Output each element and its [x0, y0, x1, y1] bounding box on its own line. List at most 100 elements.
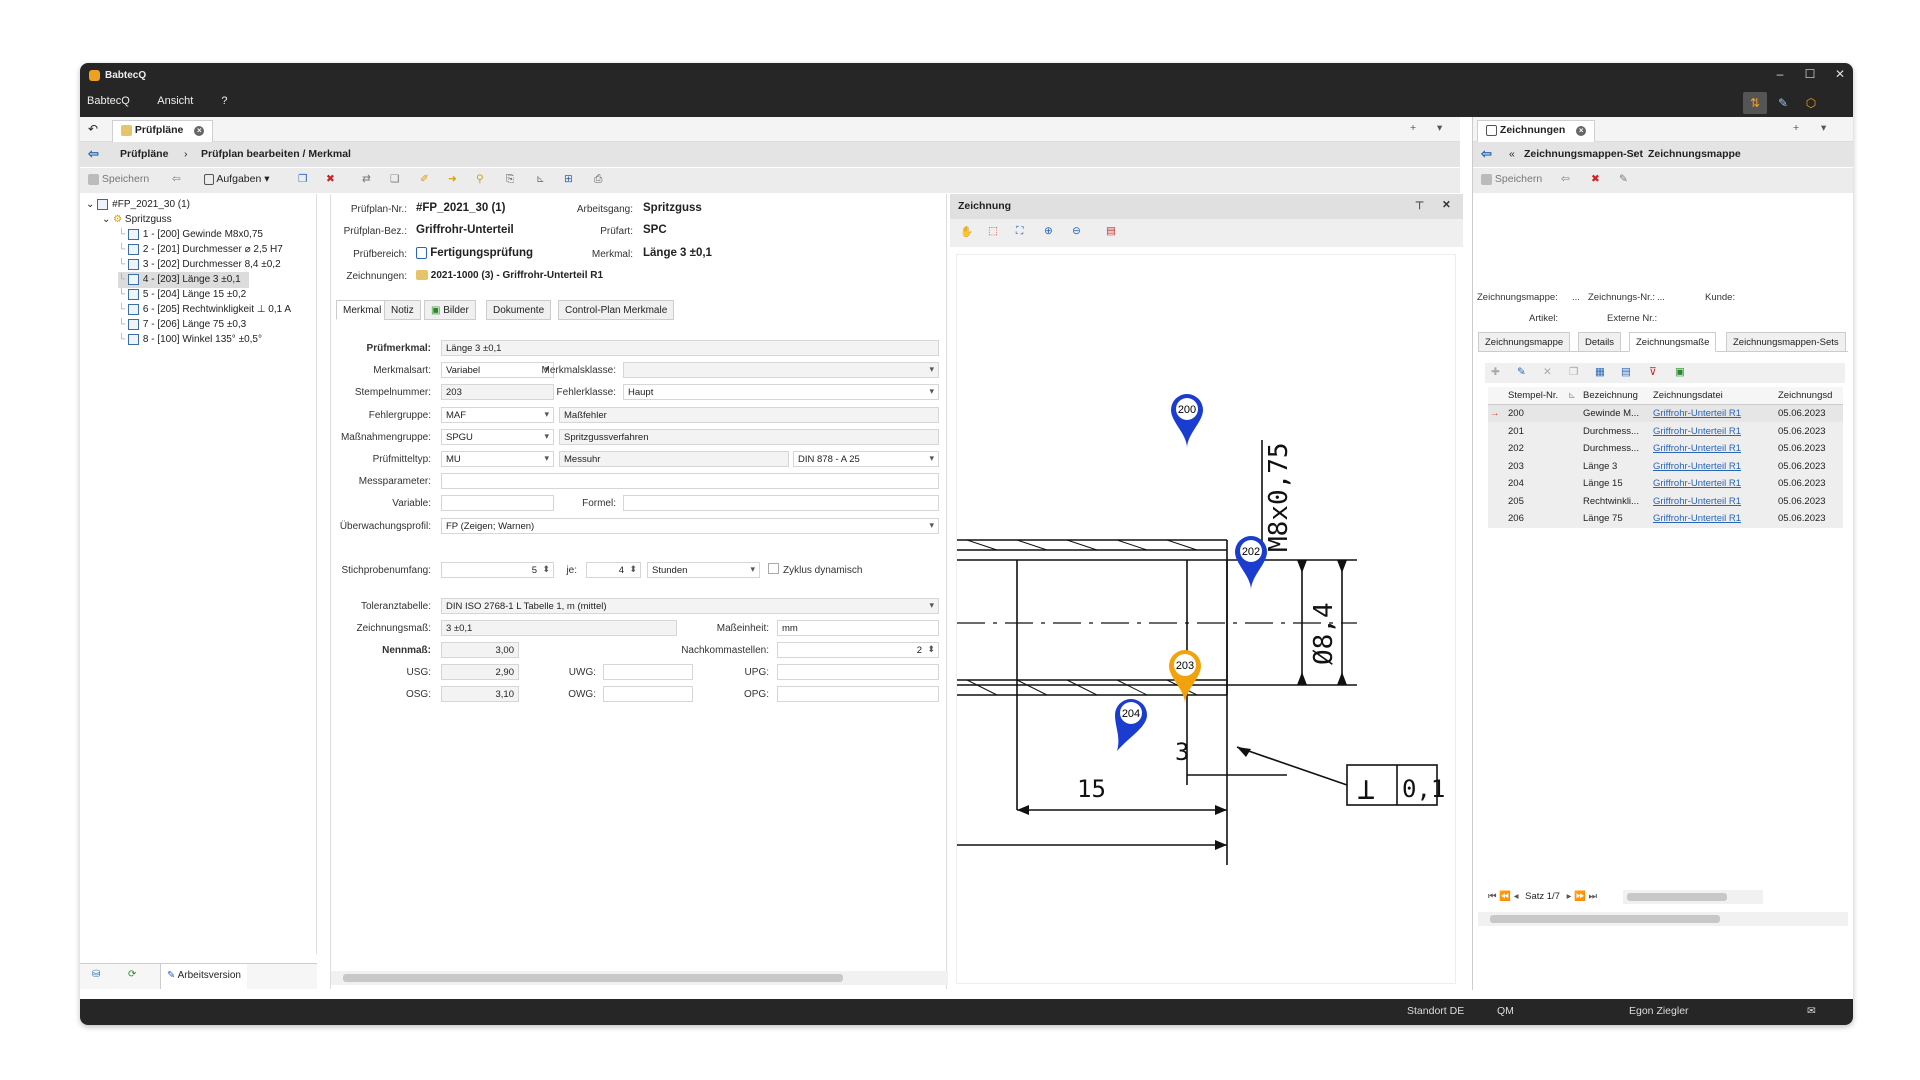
collapse-icon[interactable]: ⌄ — [86, 199, 94, 210]
zeiteinheit-select[interactable]: Stunden — [647, 562, 760, 578]
close-tab-icon[interactable]: × — [194, 126, 205, 136]
close-tab-icon[interactable]: × — [1576, 126, 1587, 136]
tree-item[interactable]: └ 1 - [200] Gewinde M8x0,75 — [118, 227, 271, 243]
undo-icon[interactable]: ⇦ — [1561, 173, 1570, 185]
grid-table-icon[interactable]: ▦ — [1595, 366, 1605, 378]
tab-zeichnungsmasse[interactable]: Zeichnungsmaße — [1629, 332, 1717, 352]
save-button[interactable]: Speichern — [88, 173, 149, 185]
tab-bilder[interactable]: ▣ Bilder — [424, 300, 476, 320]
tab-merkmal[interactable]: Merkmal — [336, 300, 389, 320]
tab-menu-icon[interactable]: ▾ — [1437, 122, 1442, 134]
hand-pan-icon[interactable]: ✋ — [960, 225, 973, 238]
back-history-icon[interactable]: ↶ — [88, 122, 98, 136]
osg-field[interactable]: 3,10 — [441, 686, 519, 702]
stamp-pin-202[interactable]: 202 — [1235, 536, 1267, 590]
forward-icon[interactable]: ➜ — [448, 173, 457, 185]
grid-hscrollbar[interactable] — [1623, 890, 1763, 904]
menu-babtecq[interactable]: BabtecQ — [87, 95, 130, 107]
stamp-pin-203[interactable]: 203 — [1169, 650, 1201, 704]
tab-notiz[interactable]: Notiz — [384, 300, 421, 320]
pager-next-page-icon[interactable]: ⏩ — [1574, 891, 1586, 902]
user-switch-icon[interactable]: ⇅ — [1743, 92, 1767, 114]
pager-prev-icon[interactable]: ◂ — [1514, 891, 1519, 902]
add-tab-icon[interactable]: + — [1410, 122, 1416, 134]
stamp-pin-200[interactable]: 200 — [1171, 394, 1203, 448]
zoom-in-icon[interactable]: ⊕ — [1044, 225, 1053, 237]
owg-field[interactable] — [603, 686, 693, 702]
masseinheit-field[interactable]: mm — [777, 620, 939, 636]
fehlergruppe-select[interactable]: MAF — [441, 407, 554, 423]
grid-hscroll-thumb[interactable] — [1627, 893, 1727, 901]
tab-dokumente[interactable]: Dokumente — [486, 300, 552, 320]
tree-item[interactable]: └ 5 - [204] Länge 15 ±0,2 — [118, 287, 254, 303]
close-panel-icon[interactable]: ✕ — [1442, 199, 1451, 211]
tab-zeichnungsmappe[interactable]: Zeichnungsmappe — [1478, 332, 1571, 352]
messparameter-field[interactable] — [441, 473, 939, 489]
tab-menu-icon[interactable]: ▾ — [1821, 122, 1826, 134]
undo-icon[interactable]: ⇦ — [172, 173, 181, 185]
stichprobe-stepper[interactable]: 5 — [441, 562, 554, 578]
usg-field[interactable]: 2,90 — [441, 664, 519, 680]
opg-field[interactable] — [777, 686, 939, 702]
tree-root[interactable]: ⌄ #FP_2021_30 (1) — [86, 197, 190, 213]
move-icon[interactable]: ⇄ — [362, 173, 371, 185]
tab-pruefplaene[interactable]: Prüfpläne × — [112, 120, 214, 142]
cell-zeichnungsdatei-link[interactable]: Griffrohr-Unterteil R1 — [1653, 475, 1741, 492]
tree-item[interactable]: └ 7 - [206] Länge 75 ±0,3 — [118, 317, 254, 333]
massnahmengruppe-select[interactable]: SPGU — [441, 429, 554, 445]
cell-zeichnungsdatei-link[interactable]: Griffrohr-Unterteil R1 — [1653, 423, 1741, 440]
nachkomma-stepper[interactable]: 2 — [777, 642, 939, 658]
cell-zeichnungsdatei-link[interactable]: Griffrohr-Unterteil R1 — [1653, 458, 1741, 475]
col-zeichnungsdatei[interactable]: Zeichnungsdatei — [1653, 387, 1723, 404]
edit-icon[interactable]: ✎ — [1619, 173, 1628, 185]
stamp-pin-204[interactable]: 204 — [1115, 699, 1147, 751]
ueberwachung-select[interactable]: FP (Zeigen; Warnen) — [441, 518, 939, 534]
tree-group[interactable]: ⌄ ⚙ Spritzguss — [102, 212, 172, 228]
upg-field[interactable] — [777, 664, 939, 680]
add-tab-icon[interactable]: + — [1793, 122, 1799, 134]
panel-hscroll-thumb[interactable] — [1490, 915, 1720, 923]
export-icon[interactable]: ⎘ — [506, 173, 514, 186]
pdf-icon[interactable]: ▤ — [1106, 225, 1116, 237]
fit-page-icon[interactable]: ⛶ — [1016, 225, 1023, 238]
table-row[interactable]: → 200 Gewinde M... Griffrohr-Unterteil R1 05… — [1488, 405, 1843, 423]
toleranz-select[interactable]: DIN ISO 2768-1 L Tabelle 1, m (mittel) — [441, 598, 939, 614]
pruefmerkmal-field[interactable]: Länge 3 ±0,1 — [441, 340, 939, 356]
zeichnungen-value[interactable]: 2021-1000 (3) - Griffrohr-Unterteil R1 — [416, 270, 603, 281]
tasks-button[interactable]: Aufgaben ▾ — [204, 173, 270, 185]
grid-filter-clear-icon[interactable]: ⊽ — [1649, 366, 1657, 378]
back-arrow-icon[interactable]: ⇦ — [88, 146, 99, 162]
pager-next-icon[interactable]: ▸ — [1567, 891, 1572, 902]
mail-icon[interactable]: ✉ — [1807, 1005, 1816, 1017]
tab-details[interactable]: Details — [1578, 332, 1622, 352]
cell-zeichnungsdatei-link[interactable]: Griffrohr-Unterteil R1 — [1653, 493, 1741, 510]
grid-excel-icon[interactable]: ▣ — [1675, 366, 1685, 378]
form-hscroll-thumb[interactable] — [343, 974, 843, 982]
pruefmittel-norm-select[interactable]: DIN 878 - A 25 — [793, 451, 939, 467]
paste-icon[interactable]: ❏ — [390, 173, 399, 185]
menu-help[interactable]: ? — [221, 95, 227, 107]
uwg-field[interactable] — [603, 664, 693, 680]
table-row[interactable]: 202 Durchmess... Griffrohr-Unterteil R1 05.… — [1488, 440, 1843, 458]
tree-item[interactable]: └ 3 - [202] Durchmesser 8,4 ±0,2 — [118, 257, 289, 273]
pager-prev-page-icon[interactable]: ⏪ — [1499, 891, 1511, 902]
workflow-icon[interactable]: ⛁ — [92, 969, 100, 980]
col-stempel-nr[interactable]: Stempel-Nr. — [1508, 387, 1558, 404]
zoom-out-icon[interactable]: ⊖ — [1072, 225, 1081, 237]
cell-zeichnungsdatei-link[interactable]: Griffrohr-Unterteil R1 — [1653, 405, 1741, 422]
je-stepper[interactable]: 4 — [586, 562, 641, 578]
pin-panel-icon[interactable]: ⊤ — [1415, 200, 1424, 212]
grid-calendar-icon[interactable]: ▤ — [1621, 366, 1631, 378]
formel-field[interactable] — [623, 495, 939, 511]
copy-icon[interactable]: ❐ — [298, 173, 307, 185]
delete-icon[interactable]: ✖ — [326, 173, 335, 185]
tab-zeichnungsmappen-sets[interactable]: Zeichnungsmappen-Sets — [1726, 332, 1846, 352]
chart-icon[interactable]: ⊾ — [536, 173, 545, 185]
right-save-button[interactable]: Speichern — [1481, 173, 1542, 185]
grid-edit-icon[interactable]: ✎ — [1517, 366, 1526, 378]
grid-copy-icon[interactable]: ❐ — [1569, 366, 1578, 378]
collapse-icon[interactable]: ⌄ — [102, 214, 110, 225]
panel-hscrollbar[interactable] — [1478, 912, 1848, 926]
back-arrow-icon[interactable]: ⇦ — [1481, 146, 1492, 162]
edit-merkmal-icon[interactable]: ✐ — [420, 173, 429, 185]
